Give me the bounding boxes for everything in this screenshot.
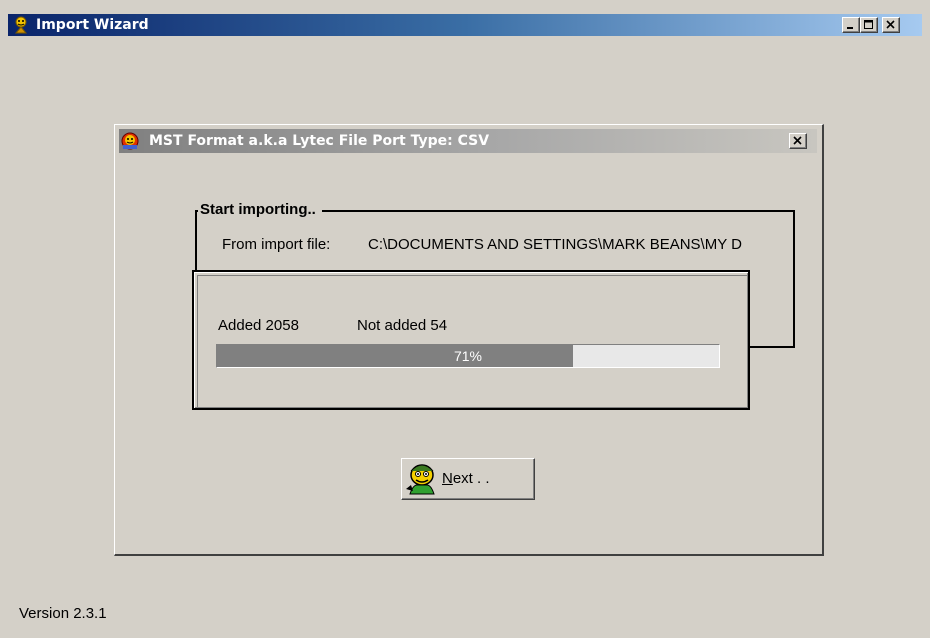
next-button[interactable]: Next . . — [401, 458, 535, 500]
minimize-button[interactable] — [842, 17, 860, 33]
wizard-dialog-icon — [121, 132, 139, 150]
next-mnemonic: N — [442, 470, 453, 487]
minimize-icon — [847, 27, 853, 29]
dialog-titlebar[interactable]: MST Format a.k.a Lytec File Port Type: C… — [119, 129, 817, 153]
next-button-label: Next . . — [442, 469, 490, 489]
wizard-face-icon — [406, 462, 438, 495]
group-label: Start importing.. — [198, 200, 322, 220]
window-titlebar[interactable]: Import Wizard — [8, 14, 922, 36]
groupbox-left-edge — [195, 210, 197, 272]
from-file-path: C:\DOCUMENTS AND SETTINGS\MARK BEANS\MY … — [368, 236, 742, 253]
window-title: Import Wizard — [36, 17, 149, 33]
progress-bar: 71% — [216, 344, 720, 368]
added-count: Added 2058 — [218, 317, 299, 334]
not-added-count: Not added 54 — [357, 317, 448, 334]
close-icon — [793, 136, 802, 145]
wizard-app-icon — [14, 16, 28, 34]
progress-percent: 71% — [453, 348, 483, 364]
dialog-title: MST Format a.k.a Lytec File Port Type: C… — [149, 133, 490, 149]
from-file-label: From import file: — [222, 236, 331, 253]
maximize-button[interactable] — [860, 17, 878, 33]
window-close-button[interactable] — [882, 17, 900, 33]
version-label: Version 2.3.1 — [19, 605, 107, 622]
close-icon — [886, 20, 895, 29]
maximize-icon — [864, 20, 873, 29]
dialog-close-button[interactable] — [789, 133, 807, 149]
progress-panel — [192, 270, 750, 410]
next-label-rest: ext . . — [452, 470, 490, 487]
